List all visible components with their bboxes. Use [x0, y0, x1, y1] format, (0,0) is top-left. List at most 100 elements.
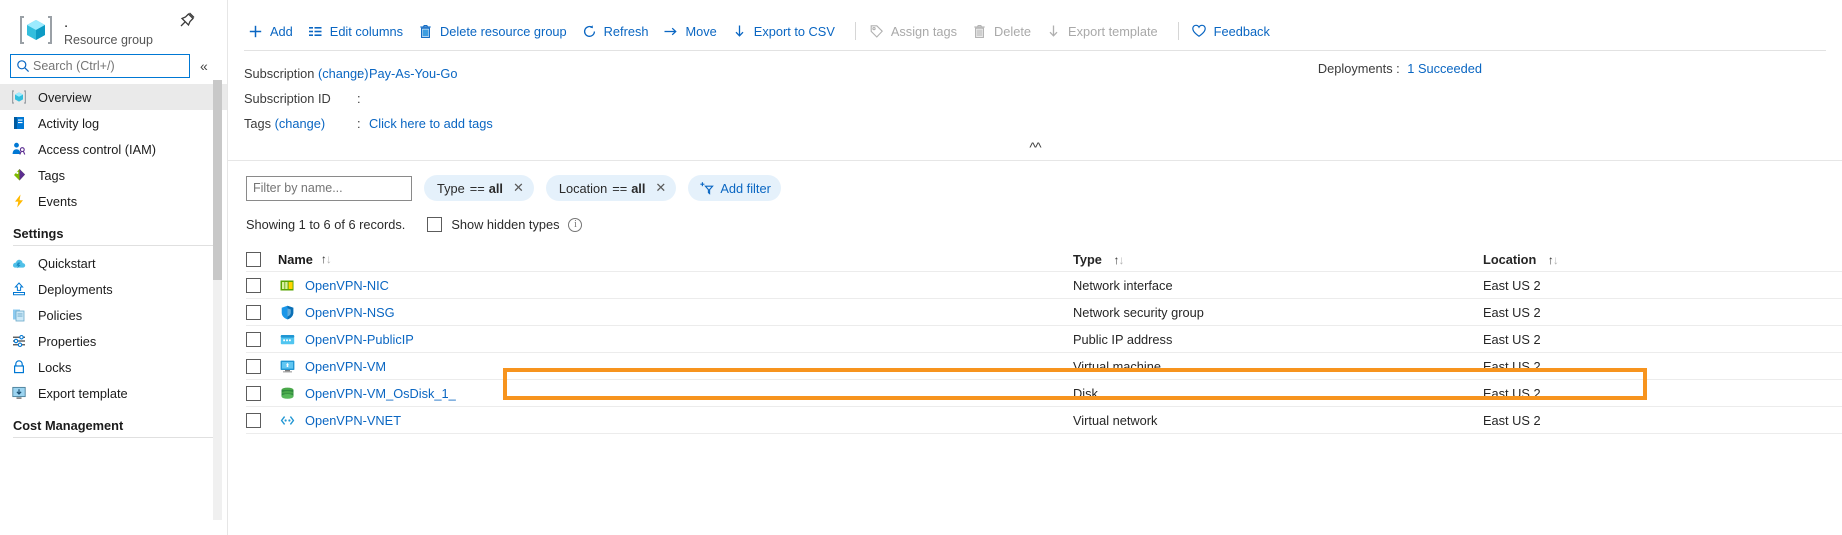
double-chevron-up-icon[interactable]: ^^: [1029, 138, 1041, 156]
row-name-cell: OpenVPN-VM: [278, 358, 1073, 376]
sort-updown-icon: ↑↓: [1113, 252, 1124, 267]
policies-icon: [10, 307, 27, 324]
plus-icon: [247, 23, 264, 40]
row-checkbox[interactable]: [246, 413, 261, 428]
sidebar-scrollbar[interactable]: [213, 80, 222, 520]
info-icon[interactable]: i: [568, 217, 583, 232]
row-name-cell: OpenVPN-VNET: [278, 412, 1073, 430]
row-checkbox[interactable]: [246, 359, 261, 374]
heart-icon: [1191, 23, 1208, 40]
toolbar-divider: [854, 22, 856, 40]
feedback-button[interactable]: Feedback: [1188, 17, 1281, 45]
column-header-location[interactable]: Location ↑↓: [1483, 252, 1623, 267]
sidebar-item-access-control[interactable]: Access control (IAM): [0, 136, 227, 162]
properties-panel: Subscription (change) : Pay-As-You-Go Su…: [228, 51, 1842, 136]
table-row[interactable]: OpenVPN-PublicIP Public IP address East …: [246, 326, 1842, 353]
add-button[interactable]: Add: [244, 17, 304, 45]
resource-link[interactable]: OpenVPN-VM_OsDisk_1_: [305, 386, 456, 401]
resource-link[interactable]: OpenVPN-VM: [305, 359, 386, 374]
table-row[interactable]: OpenVPN-NIC Network interface East US 2: [246, 272, 1842, 299]
column-label: Name: [278, 251, 313, 267]
button-label: Feedback: [1213, 23, 1270, 39]
move-button[interactable]: Move: [659, 17, 727, 45]
resource-link[interactable]: OpenVPN-PublicIP: [305, 332, 414, 347]
table-row[interactable]: OpenVPN-VM Virtual machine East US 2: [246, 353, 1842, 380]
resource-link[interactable]: OpenVPN-NSG: [305, 305, 395, 320]
row-checkbox-cell: [246, 278, 278, 293]
row-checkbox[interactable]: [246, 278, 261, 293]
resource-link[interactable]: OpenVPN-VNET: [305, 413, 401, 428]
select-all-checkbox[interactable]: [246, 251, 261, 267]
row-checkbox-cell: [246, 386, 278, 401]
assign-tags-button[interactable]: Assign tags: [865, 17, 968, 45]
row-name-cell: OpenVPN-NSG: [278, 304, 1073, 322]
sidebar-item-label: Properties: [38, 333, 97, 349]
delete-resource-group-button[interactable]: Delete resource group: [414, 17, 578, 45]
add-filter-button[interactable]: Add filter: [688, 175, 781, 201]
show-hidden-types-checkbox[interactable]: [427, 217, 443, 232]
search-input-wrapper[interactable]: [10, 54, 190, 78]
export-template-button[interactable]: Export template: [1042, 17, 1169, 45]
tags-change-link[interactable]: (change): [275, 116, 326, 131]
row-name-cell: OpenVPN-PublicIP: [278, 331, 1073, 349]
sidebar-item-overview[interactable]: Overview: [0, 84, 227, 110]
sidebar-item-label: Policies: [38, 307, 83, 323]
row-checkbox-cell: [246, 359, 278, 374]
sidebar-item-properties[interactable]: Properties: [0, 328, 227, 354]
table-row[interactable]: OpenVPN-VNET Virtual network East US 2: [246, 407, 1842, 434]
sidebar-item-deployments[interactable]: Deployments: [0, 276, 227, 302]
row-checkbox[interactable]: [246, 332, 261, 347]
edit-columns-button[interactable]: Edit columns: [304, 17, 414, 45]
delete-button[interactable]: Delete: [968, 17, 1042, 45]
activity-log-icon: [10, 115, 27, 132]
close-icon[interactable]: ✕: [655, 180, 666, 196]
row-location-cell: East US 2: [1483, 413, 1541, 428]
pin-icon[interactable]: [177, 10, 197, 30]
filter-by-name-input[interactable]: [246, 175, 412, 201]
refresh-button[interactable]: Refresh: [578, 17, 660, 45]
row-location-cell: East US 2: [1483, 332, 1541, 347]
deployments-value-link[interactable]: 1 Succeeded: [1407, 61, 1482, 76]
tags-value-link[interactable]: Click here to add tags: [369, 116, 493, 131]
button-label: Add: [270, 23, 293, 39]
sidebar-item-quickstart[interactable]: Quickstart: [0, 250, 227, 276]
sidebar-group-settings: Settings: [13, 226, 64, 241]
row-type-cell: Network security group: [1073, 305, 1204, 320]
button-label: Refresh: [603, 23, 649, 39]
quickstart-icon: [10, 255, 27, 272]
export-to-csv-button[interactable]: Export to CSV: [728, 17, 846, 45]
sidebar-item-policies[interactable]: Policies: [0, 302, 227, 328]
filter-pill-location[interactable]: Location == all ✕: [545, 175, 677, 201]
virtual-machine-icon: [278, 358, 296, 376]
sidebar-item-events[interactable]: Events: [0, 188, 227, 214]
subscription-id-row: Subscription ID :: [244, 86, 1842, 111]
row-checkbox[interactable]: [246, 305, 261, 320]
sidebar-item-tags[interactable]: Tags: [0, 162, 227, 188]
double-chevron-left-icon[interactable]: «: [200, 59, 208, 73]
resource-link[interactable]: OpenVPN-NIC: [305, 278, 389, 293]
search-icon: [16, 59, 30, 73]
sidebar-item-locks[interactable]: Locks: [0, 354, 227, 380]
column-header-type[interactable]: Type ↑↓: [1073, 252, 1483, 267]
properties-icon: [10, 333, 27, 350]
divider: [13, 437, 215, 438]
filter-pill-type[interactable]: Type == all ✕: [424, 175, 534, 201]
row-checkbox[interactable]: [246, 386, 261, 401]
column-header-name[interactable]: Name ↑↓: [278, 252, 1073, 267]
close-icon[interactable]: ✕: [513, 180, 524, 196]
table-row[interactable]: OpenVPN-VM_OsDisk_1_ Disk East US 2: [246, 380, 1842, 407]
row-type-cell: Disk: [1073, 386, 1098, 401]
table-row[interactable]: OpenVPN-NSG Network security group East …: [246, 299, 1842, 326]
collapse-band: ^^: [228, 138, 1842, 160]
toolbar: Add Edit columns Delete resource group R…: [228, 14, 1842, 48]
subscription-value[interactable]: Pay-As-You-Go: [369, 66, 457, 81]
colon: :: [357, 66, 361, 81]
sidebar-item-activity-log[interactable]: Activity log: [0, 110, 227, 136]
subscription-id-label: Subscription ID: [244, 91, 331, 106]
search-input[interactable]: [33, 59, 183, 73]
sidebar-item-export-template[interactable]: Export template: [0, 380, 227, 406]
export-template-icon: [10, 385, 27, 402]
network-interface-icon: [278, 277, 296, 295]
button-label: Export to CSV: [753, 23, 835, 39]
scrollbar-thumb[interactable]: [213, 80, 222, 280]
